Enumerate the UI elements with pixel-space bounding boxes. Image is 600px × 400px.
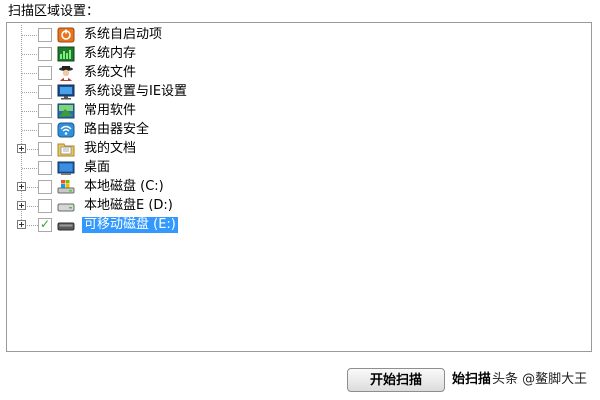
section-label: 扫描区域设置： — [8, 4, 100, 19]
memory-icon — [57, 46, 75, 62]
tree-item-memory[interactable]: 系统内存 — [7, 45, 407, 64]
startup-icon — [57, 27, 75, 43]
tree-item-label: 系统设置与IE设置 — [84, 84, 188, 99]
checkbox[interactable] — [38, 28, 52, 42]
system-drive-icon — [57, 180, 75, 194]
watermark: 头条 @鳌脚大王 — [490, 370, 590, 390]
expand-toggle-icon[interactable] — [17, 220, 26, 229]
start-scan-button[interactable]: 开始扫描 — [347, 368, 445, 392]
tree-item-label: 路由器安全 — [84, 122, 150, 137]
tree-item-label: 本地磁盘 (C:) — [84, 179, 164, 194]
checkbox[interactable] — [38, 142, 52, 156]
drive-icon — [57, 203, 75, 212]
tree-item-label: 本地磁盘E (D:) — [84, 198, 173, 213]
tree-item-label: 可移动磁盘 (E:) — [82, 217, 178, 233]
expand-toggle-icon[interactable] — [17, 182, 26, 191]
expand-toggle-icon[interactable] — [17, 144, 26, 153]
tree-item-my-documents[interactable]: 我的文档 — [7, 140, 407, 159]
checkmark-icon: ✓ — [40, 217, 51, 231]
tree-item-label: 系统自启动项 — [84, 27, 163, 42]
router-icon — [57, 122, 75, 138]
monitor-icon — [57, 84, 75, 100]
partial-button-label: 始扫描 — [452, 372, 492, 387]
tree-item-system-ie-settings[interactable]: 系统设置与IE设置 — [7, 83, 407, 102]
checkbox[interactable] — [38, 85, 52, 99]
tree-item-common-software[interactable]: 常用软件 — [7, 102, 407, 121]
tree-item-local-disk-c[interactable]: 本地磁盘 (C:) — [7, 178, 407, 197]
tree-item-system-files[interactable]: 系统文件 — [7, 64, 407, 83]
checkbox[interactable] — [38, 180, 52, 194]
tree-item-local-disk-e[interactable]: 本地磁盘E (D:) — [7, 197, 407, 216]
folder-icon — [57, 143, 75, 157]
tree-item-startup[interactable]: 系统自启动项 — [7, 26, 407, 45]
tree-item-label: 我的文档 — [84, 141, 137, 156]
software-icon — [57, 103, 75, 119]
checkbox[interactable] — [38, 47, 52, 61]
removable-drive-icon — [57, 222, 75, 231]
checkbox[interactable] — [38, 199, 52, 213]
checkbox[interactable] — [38, 161, 52, 175]
checkbox[interactable] — [38, 123, 52, 137]
tree-item-label: 桌面 — [84, 160, 111, 175]
checkbox[interactable]: ✓ — [38, 217, 52, 232]
scan-area-tree[interactable]: 系统自启动项 系统内存 系统文件 系统设置与IE设置 常用软件 路由器安全 我的… — [6, 22, 592, 352]
scan-settings-panel: 扫描区域设置： 系统自启动项 系统内存 系统文件 系统设置与IE设置 常用软件 … — [0, 0, 600, 400]
tree-item-desktop[interactable]: 桌面 — [7, 159, 407, 178]
tree-item-removable-disk[interactable]: ✓ 可移动磁盘 (E:) — [7, 216, 407, 235]
checkbox[interactable] — [38, 66, 52, 80]
desktop-icon — [57, 161, 75, 175]
tree-item-router-security[interactable]: 路由器安全 — [7, 121, 407, 140]
expand-toggle-icon[interactable] — [17, 201, 26, 210]
tree-item-label: 系统文件 — [84, 65, 137, 80]
tree-item-label: 常用软件 — [84, 103, 137, 118]
system-file-icon — [59, 66, 73, 81]
tree-item-label: 系统内存 — [84, 46, 137, 61]
checkbox[interactable] — [38, 104, 52, 118]
